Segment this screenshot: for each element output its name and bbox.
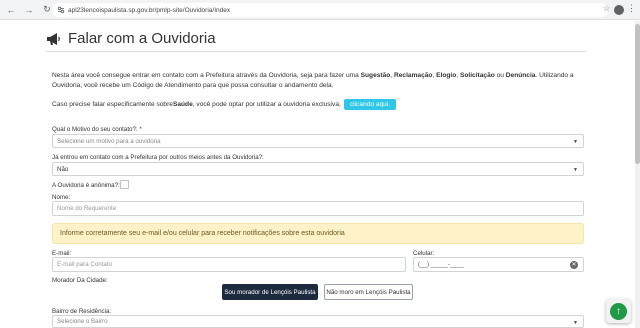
- name-label: Nome:: [52, 194, 71, 201]
- anonymous-checkbox[interactable]: [120, 180, 129, 189]
- bookmark-star-icon[interactable]: ☆: [603, 4, 610, 13]
- page-heading: Falar com a Ouvidoria: [46, 30, 216, 47]
- heading-divider: [46, 51, 586, 52]
- resident-label: Morador Da Cidade:: [52, 277, 108, 284]
- profile-avatar[interactable]: [614, 5, 624, 15]
- cell-label: Celular:: [413, 250, 435, 257]
- previous-contact-select[interactable]: Não ▼: [52, 162, 584, 176]
- megaphone-icon: [47, 32, 60, 45]
- page-title: Falar com a Ouvidoria: [68, 30, 216, 47]
- notification-alert: Informe corretamente seu e-mail e/ou cel…: [52, 223, 584, 244]
- motivo-label: Qual o Motivo do seu contato?: *: [52, 126, 142, 133]
- health-notice: Caso precise falar especificamente sobre…: [52, 99, 582, 110]
- url-text: apl23lencoispaulista.sp.gov.br/pmlp-site…: [68, 6, 231, 14]
- previous-contact-label: Já entrou em contato com a Prefeitura po…: [52, 154, 264, 161]
- click-here-button[interactable]: clicando aqui.: [343, 99, 397, 110]
- back-button[interactable]: ←: [4, 3, 18, 17]
- browser-toolbar: ← → ↻ apl23lencoispaulista.sp.gov.br/pml…: [0, 0, 640, 20]
- site-info-icon[interactable]: [57, 6, 65, 14]
- back-to-top-button[interactable]: ↑: [606, 299, 631, 323]
- intro-text: Nesta área você consegue entrar em conta…: [52, 72, 574, 89]
- clear-icon[interactable]: ✕: [570, 261, 578, 269]
- address-bar[interactable]: apl23lencoispaulista.sp.gov.br/pmlp-site…: [52, 3, 608, 17]
- arrow-up-icon: ↑: [610, 302, 627, 320]
- chevron-down-icon: ▼: [573, 139, 578, 145]
- chevron-down-icon: ▼: [573, 320, 578, 326]
- chevron-down-icon: ▼: [573, 167, 578, 173]
- anonymous-label: A Ouvidoria é anônima?:: [52, 182, 120, 189]
- bairro-label: Bairro de Residência:: [52, 308, 112, 315]
- email-label: E-mail:: [52, 250, 72, 257]
- browser-menu-icon[interactable]: ⋮: [627, 3, 636, 14]
- forward-button[interactable]: →: [22, 3, 36, 17]
- motivo-select[interactable]: Selecione um motivo para a ouvidoria ▼: [52, 134, 584, 148]
- scrollbar-thumb[interactable]: [635, 24, 640, 164]
- cell-input[interactable]: (__) _____-____ ✕: [413, 257, 584, 272]
- resident-no-button[interactable]: Não moro em Lençóis Paulista: [324, 284, 413, 300]
- name-input[interactable]: Nome do Requerente: [52, 201, 584, 216]
- email-input[interactable]: E-mail para Contato: [52, 257, 406, 272]
- bairro-select[interactable]: Selecione o Bairro ▼: [52, 315, 584, 328]
- resident-yes-button[interactable]: Sou morador de Lençóis Paulista: [222, 284, 318, 300]
